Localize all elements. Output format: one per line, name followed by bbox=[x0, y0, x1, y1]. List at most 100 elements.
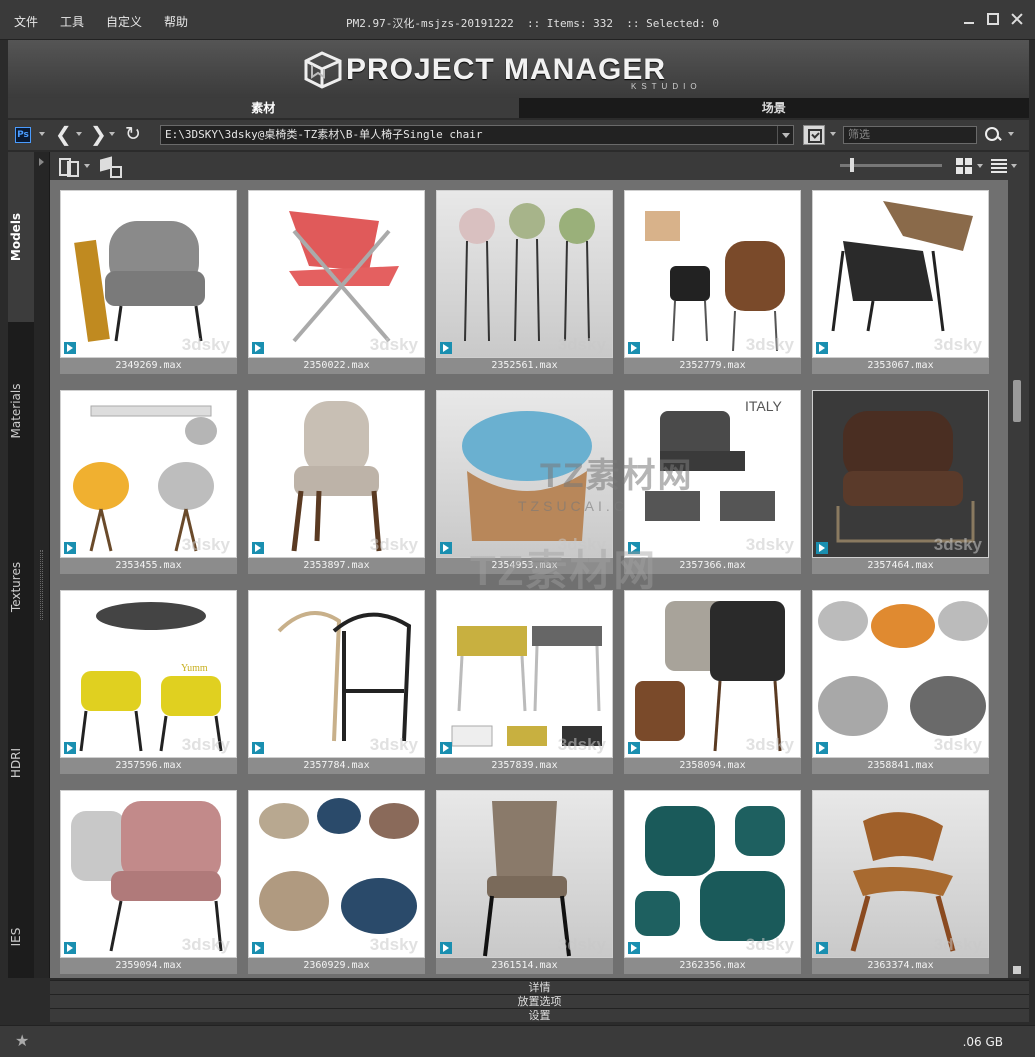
asset-item[interactable]: 3dsky 2357464.max bbox=[812, 390, 989, 576]
asset-thumbnail[interactable]: 3dsky bbox=[624, 190, 801, 358]
watermark-3dsky: 3dsky bbox=[745, 735, 794, 754]
sort-list-icon[interactable] bbox=[991, 158, 1007, 174]
sync-icon[interactable] bbox=[57, 156, 79, 177]
asset-thumbnail[interactable]: 3dsky bbox=[248, 190, 425, 358]
asset-thumbnail[interactable]: 3dsky bbox=[248, 390, 425, 558]
max-file-icon bbox=[440, 742, 452, 754]
asset-filename: 2359094.max bbox=[60, 958, 237, 974]
asset-item[interactable]: 3dsky 2353067.max bbox=[812, 190, 989, 376]
asset-item[interactable]: 3dsky 2362356.max bbox=[624, 790, 801, 976]
asset-item[interactable]: 3dsky 2357784.max bbox=[248, 590, 425, 776]
watermark-3dsky: 3dsky bbox=[369, 535, 418, 554]
close-icon[interactable] bbox=[1011, 13, 1023, 25]
forward-arrow-icon[interactable]: ❯ bbox=[90, 123, 107, 145]
watermark-3dsky: 3dsky bbox=[557, 935, 606, 954]
asset-thumbnail[interactable]: 3dsky bbox=[812, 790, 989, 958]
chevron-down-icon[interactable] bbox=[1011, 164, 1017, 168]
max-file-icon bbox=[816, 942, 828, 954]
path-dropdown-icon[interactable] bbox=[777, 126, 793, 144]
panel-details[interactable]: 详情 bbox=[50, 980, 1029, 994]
thumbnail-size-slider[interactable] bbox=[840, 164, 942, 167]
chevron-down-icon[interactable] bbox=[1008, 132, 1014, 136]
asset-item[interactable]: 3dsky 2349269.max bbox=[60, 190, 237, 376]
chevron-down-icon[interactable] bbox=[84, 164, 90, 168]
menu-tools[interactable]: 工具 bbox=[60, 13, 84, 30]
asset-item[interactable]: 3dsky 2350022.max bbox=[248, 190, 425, 376]
asset-thumbnail[interactable]: 3dsky bbox=[624, 790, 801, 958]
merge-icon[interactable] bbox=[98, 156, 122, 178]
asset-thumbnail[interactable]: 3dsky bbox=[60, 790, 237, 958]
logo-icon bbox=[304, 51, 342, 89]
asset-thumbnail[interactable]: 3dsky bbox=[60, 190, 237, 358]
chevron-down-icon[interactable] bbox=[76, 132, 82, 136]
maximize-icon[interactable] bbox=[987, 13, 999, 25]
filter-input[interactable]: 筛选 bbox=[843, 126, 977, 144]
side-tab-label: Textures bbox=[9, 561, 23, 613]
minimize-icon[interactable] bbox=[963, 13, 975, 25]
asset-thumbnail[interactable]: 3dsky bbox=[436, 790, 613, 958]
tab-scenes[interactable]: 场景 bbox=[518, 98, 1029, 118]
back-arrow-icon[interactable]: ❮ bbox=[55, 123, 72, 145]
asset-item[interactable]: 3dsky 2359094.max bbox=[60, 790, 237, 976]
asset-item[interactable]: 3dsky 2353455.max bbox=[60, 390, 237, 576]
asset-preview-image: Yumm bbox=[79, 602, 223, 752]
filter-check-icon[interactable] bbox=[803, 125, 825, 145]
asset-preview-image bbox=[73, 405, 217, 552]
asset-item[interactable]: 3dsky 2357839.max bbox=[436, 590, 613, 776]
asset-thumbnail[interactable]: 3dsky bbox=[812, 190, 989, 358]
max-file-icon bbox=[252, 742, 264, 754]
asset-filename: 2357464.max bbox=[812, 558, 989, 574]
window-title: PM2.97-汉化-msjzs-20191222 :: Items: 332 :… bbox=[346, 17, 719, 30]
asset-thumbnail[interactable]: 3dsky bbox=[248, 590, 425, 758]
asset-preview-image bbox=[277, 611, 412, 742]
asset-thumbnail[interactable]: 3dsky bbox=[624, 590, 801, 758]
star-icon[interactable]: ★ bbox=[15, 1031, 29, 1050]
asset-filename: 2357839.max bbox=[436, 758, 613, 774]
scrollbar-end[interactable] bbox=[1013, 966, 1021, 974]
chevron-down-icon[interactable] bbox=[977, 164, 983, 168]
asset-item[interactable]: 3dsky 2361514.max bbox=[436, 790, 613, 976]
splitter-handle[interactable] bbox=[40, 550, 43, 620]
chevron-down-icon[interactable] bbox=[109, 132, 115, 136]
scrollbar-thumb[interactable] bbox=[1013, 380, 1021, 422]
max-file-icon bbox=[816, 542, 828, 554]
asset-item[interactable]: Yumm 3dsky 2357596.max bbox=[60, 590, 237, 776]
grid-view-icon[interactable] bbox=[956, 158, 972, 174]
asset-item[interactable]: 3dsky 2358841.max bbox=[812, 590, 989, 776]
menu-file[interactable]: 文件 bbox=[14, 13, 38, 30]
max-file-icon bbox=[628, 342, 640, 354]
photoshop-icon[interactable]: Ps bbox=[15, 127, 31, 143]
panel-placement-options[interactable]: 放置选项 bbox=[50, 994, 1029, 1008]
asset-filename: 2357784.max bbox=[248, 758, 425, 774]
asset-thumbnail[interactable]: 3dsky bbox=[436, 590, 613, 758]
asset-item[interactable]: 3dsky 2360929.max bbox=[248, 790, 425, 976]
asset-thumbnail[interactable]: 3dsky bbox=[812, 590, 989, 758]
asset-item[interactable]: 3dsky 2363374.max bbox=[812, 790, 989, 976]
refresh-icon[interactable]: ↻ bbox=[125, 123, 141, 145]
tab-assets[interactable]: 素材 bbox=[8, 98, 519, 118]
asset-preview-image bbox=[71, 801, 223, 952]
disk-usage: .06 GB bbox=[962, 1035, 1003, 1049]
asset-thumbnail[interactable]: 3dsky bbox=[812, 390, 989, 558]
asset-item[interactable]: 3dsky 2352779.max bbox=[624, 190, 801, 376]
chevron-down-icon[interactable] bbox=[39, 132, 45, 136]
asset-thumbnail[interactable]: 3dsky bbox=[248, 790, 425, 958]
asset-item[interactable]: 3dsky 2353897.max bbox=[248, 390, 425, 576]
asset-thumbnail[interactable]: 3dsky bbox=[436, 190, 613, 358]
max-file-icon bbox=[440, 342, 452, 354]
menu-customize[interactable]: 自定义 bbox=[106, 13, 142, 30]
asset-thumbnail[interactable]: Yumm 3dsky bbox=[60, 590, 237, 758]
asset-thumbnail[interactable]: 3dsky bbox=[60, 390, 237, 558]
menu-help[interactable]: 帮助 bbox=[164, 13, 188, 30]
window-controls bbox=[963, 13, 1023, 25]
asset-filename: 2353897.max bbox=[248, 558, 425, 574]
slider-handle[interactable] bbox=[850, 158, 854, 172]
chevron-down-icon[interactable] bbox=[830, 132, 836, 136]
scrollbar[interactable] bbox=[1008, 180, 1029, 978]
asset-item[interactable]: 3dsky 2358094.max bbox=[624, 590, 801, 776]
panel-settings[interactable]: 设置 bbox=[50, 1008, 1029, 1022]
max-file-icon bbox=[64, 742, 76, 754]
path-input[interactable]: E:\3DSKY\3dsky@桌椅类-TZ素材\B-单人椅子Single cha… bbox=[160, 125, 794, 145]
search-icon[interactable] bbox=[984, 126, 1002, 144]
asset-item[interactable]: 3dsky 2352561.max bbox=[436, 190, 613, 376]
